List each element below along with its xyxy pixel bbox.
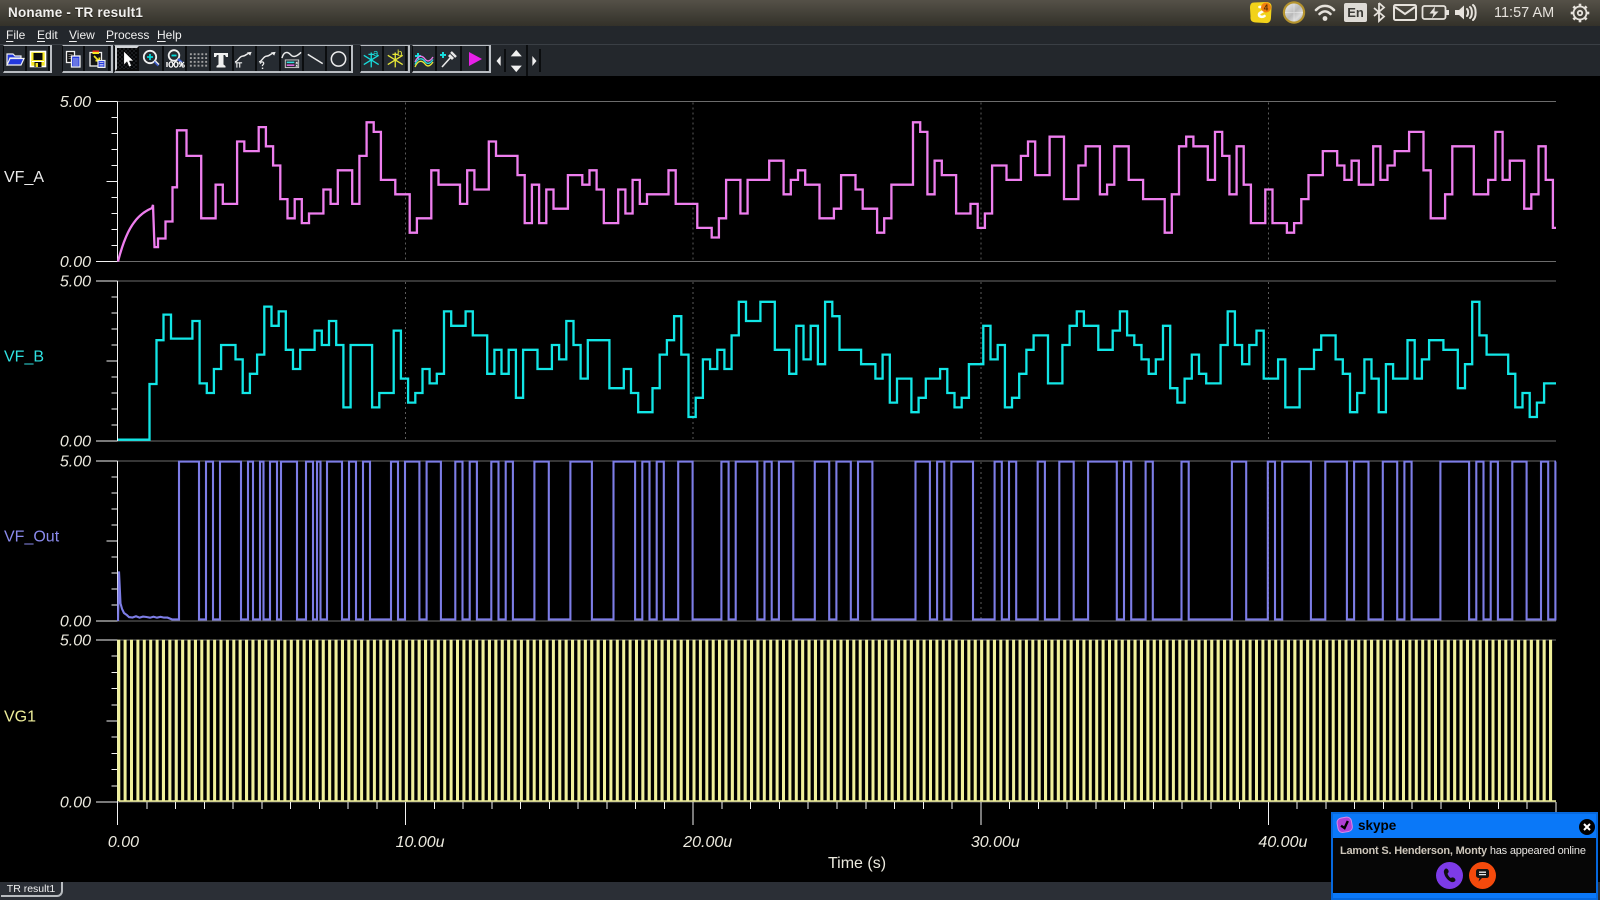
svg-text:20.00u: 20.00u xyxy=(682,834,732,851)
svg-text:VF_Out: VF_Out xyxy=(4,529,60,546)
svg-text:b: b xyxy=(397,48,402,58)
svg-text:0.00: 0.00 xyxy=(108,834,139,851)
svg-text:a: a xyxy=(373,48,379,58)
svg-text:5.00: 5.00 xyxy=(60,454,91,471)
svg-text:VF_B: VF_B xyxy=(4,349,44,366)
svg-text:40.00u: 40.00u xyxy=(1258,834,1307,851)
svg-text:0.00: 0.00 xyxy=(60,434,91,451)
svg-text:5.00: 5.00 xyxy=(60,94,91,111)
svg-text:0.00: 0.00 xyxy=(60,795,91,812)
svg-text:10.00u: 10.00u xyxy=(396,834,445,851)
svg-text:30.00u: 30.00u xyxy=(971,834,1020,851)
svg-text:Time (s): Time (s) xyxy=(828,855,886,872)
svg-text:0.00: 0.00 xyxy=(60,254,91,271)
svg-text:skype: skype xyxy=(1358,818,1397,833)
svg-text:0.00: 0.00 xyxy=(60,614,91,631)
svg-text:4: 4 xyxy=(1264,4,1269,13)
svg-text:5.00: 5.00 xyxy=(60,633,91,650)
svg-text:5.00: 5.00 xyxy=(60,274,91,291)
svg-text:VG1: VG1 xyxy=(4,709,36,726)
svg-text:VF_A: VF_A xyxy=(4,169,44,186)
